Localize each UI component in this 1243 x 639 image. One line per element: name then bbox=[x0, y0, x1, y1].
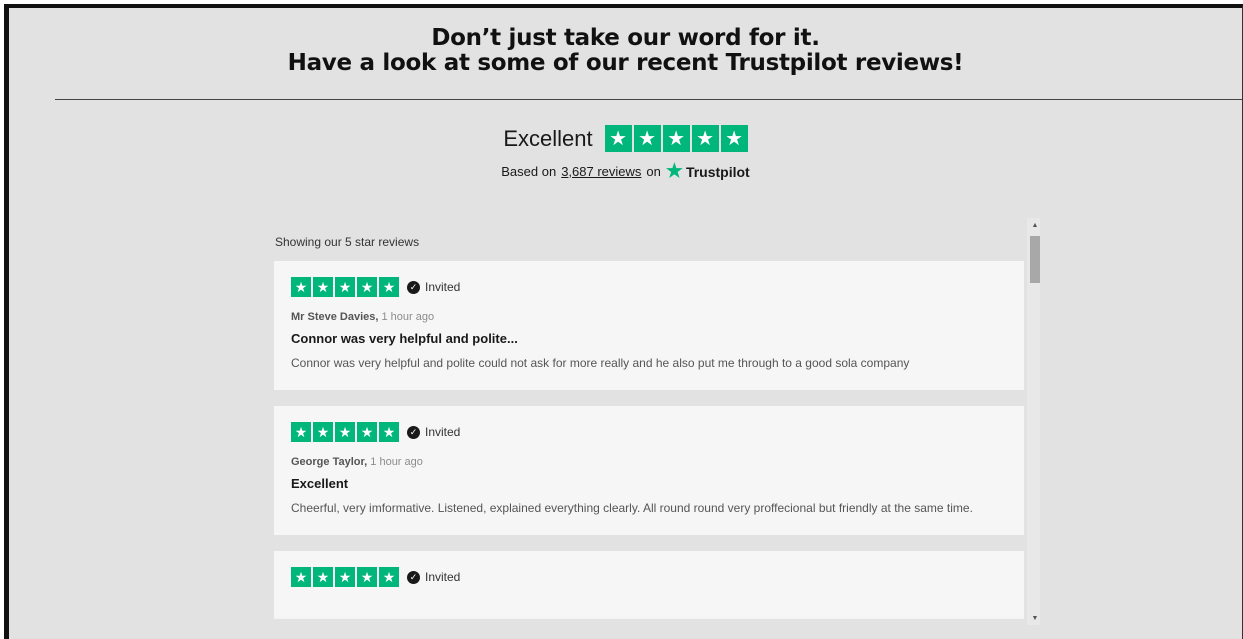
review-title[interactable]: Connor was very helpful and polite... bbox=[291, 331, 1007, 346]
review-time: 1 hour ago bbox=[381, 311, 435, 323]
invited-label: Invited bbox=[425, 425, 461, 439]
author-name: Mr Steve Davies, bbox=[291, 311, 379, 323]
review-star-rating: ★ ★ ★ ★ ★ bbox=[291, 277, 399, 297]
invited-label: Invited bbox=[425, 280, 461, 294]
chevron-down-icon[interactable]: ▼ bbox=[1027, 611, 1040, 625]
star-icon: ★ bbox=[357, 277, 377, 297]
reviews-scrollbar[interactable]: ▲ ▼ bbox=[1027, 218, 1040, 625]
summary-star-rating: ★ ★ ★ ★ ★ bbox=[604, 125, 748, 152]
star-icon: ★ bbox=[379, 277, 399, 297]
review-author: Mr Steve Davies, 1 hour ago bbox=[291, 311, 1007, 323]
heading-line-1: Don’t just take our word for it. bbox=[431, 25, 820, 51]
star-icon: ★ bbox=[662, 125, 690, 152]
star-icon: ★ bbox=[357, 567, 377, 587]
star-icon: ★ bbox=[335, 277, 355, 297]
star-icon: ★ bbox=[313, 422, 333, 442]
review-card[interactable]: ★ ★ ★ ★ ★ ✓ Invited Mr Steve Davies, 1 h… bbox=[274, 261, 1024, 390]
trustpilot-brand-name: Trustpilot bbox=[685, 163, 750, 180]
invited-badge: ✓ Invited bbox=[407, 280, 460, 294]
invited-badge: ✓ Invited bbox=[407, 570, 460, 584]
bottom-fade-overlay bbox=[269, 615, 1024, 639]
scrollbar-thumb[interactable] bbox=[1030, 236, 1040, 283]
star-icon: ★ bbox=[379, 567, 399, 587]
review-time: 1 hour ago bbox=[370, 456, 423, 468]
section-heading: Don’t just take our word for it. Have a … bbox=[9, 26, 1242, 76]
invited-badge: ✓ Invited bbox=[407, 425, 460, 439]
star-icon: ★ bbox=[691, 125, 719, 152]
showing-label: Showing our 5 star reviews bbox=[275, 235, 420, 249]
star-icon: ★ bbox=[604, 125, 632, 152]
star-icon: ★ bbox=[357, 422, 377, 442]
review-count-link[interactable]: 3,687 reviews bbox=[561, 164, 641, 179]
star-icon: ★ bbox=[291, 422, 311, 442]
check-circle-icon: ✓ bbox=[407, 570, 420, 584]
review-star-rating: ★ ★ ★ ★ ★ bbox=[291, 567, 399, 587]
reviews-section: Don’t just take our word for it. Have a … bbox=[4, 4, 1243, 639]
invited-label: Invited bbox=[425, 570, 461, 584]
review-list: ★ ★ ★ ★ ★ ✓ Invited Mr Steve Davies, 1 h… bbox=[274, 261, 1024, 635]
star-icon: ★ bbox=[313, 277, 333, 297]
chevron-up-icon[interactable]: ▲ bbox=[1027, 218, 1040, 232]
review-body: Connor was very helpful and polite could… bbox=[291, 356, 910, 370]
based-on-line: Based on 3,687 reviews on ★ Trustpilot bbox=[9, 162, 1242, 181]
trustpilot-summary: Excellent ★ ★ ★ ★ ★ Based on 3,687 revie… bbox=[9, 125, 1242, 181]
review-body: Cheerful, very imformative. Listened, ex… bbox=[291, 501, 973, 515]
star-icon: ★ bbox=[313, 567, 333, 587]
star-icon: ★ bbox=[291, 567, 311, 587]
based-prefix: Based on bbox=[501, 164, 557, 179]
star-icon: ★ bbox=[720, 125, 748, 152]
reviews-widget: Showing our 5 star reviews ★ ★ ★ ★ ★ ✓ I… bbox=[269, 212, 1040, 639]
heading-line-2: Have a look at some of our recent Trustp… bbox=[287, 50, 964, 76]
trustpilot-star-icon: ★ bbox=[665, 161, 683, 182]
check-circle-icon: ✓ bbox=[407, 280, 420, 294]
section-divider bbox=[55, 99, 1242, 100]
star-icon: ★ bbox=[291, 277, 311, 297]
star-icon: ★ bbox=[633, 125, 661, 152]
based-on-word: on bbox=[646, 164, 661, 179]
star-icon: ★ bbox=[379, 422, 399, 442]
review-title[interactable]: Excellent bbox=[291, 476, 1007, 491]
rating-word: Excellent bbox=[503, 125, 593, 151]
review-card[interactable]: ★ ★ ★ ★ ★ ✓ Invited George Taylor, 1 hou… bbox=[274, 406, 1024, 535]
review-author: George Taylor, 1 hour ago bbox=[291, 456, 1007, 468]
star-icon: ★ bbox=[335, 422, 355, 442]
star-icon: ★ bbox=[335, 567, 355, 587]
trustpilot-logo[interactable]: ★ Trustpilot bbox=[666, 162, 750, 181]
review-card[interactable]: ★ ★ ★ ★ ★ ✓ Invited bbox=[274, 551, 1024, 619]
check-circle-icon: ✓ bbox=[407, 425, 420, 439]
review-star-rating: ★ ★ ★ ★ ★ bbox=[291, 422, 399, 442]
author-name: George Taylor, bbox=[291, 456, 368, 468]
